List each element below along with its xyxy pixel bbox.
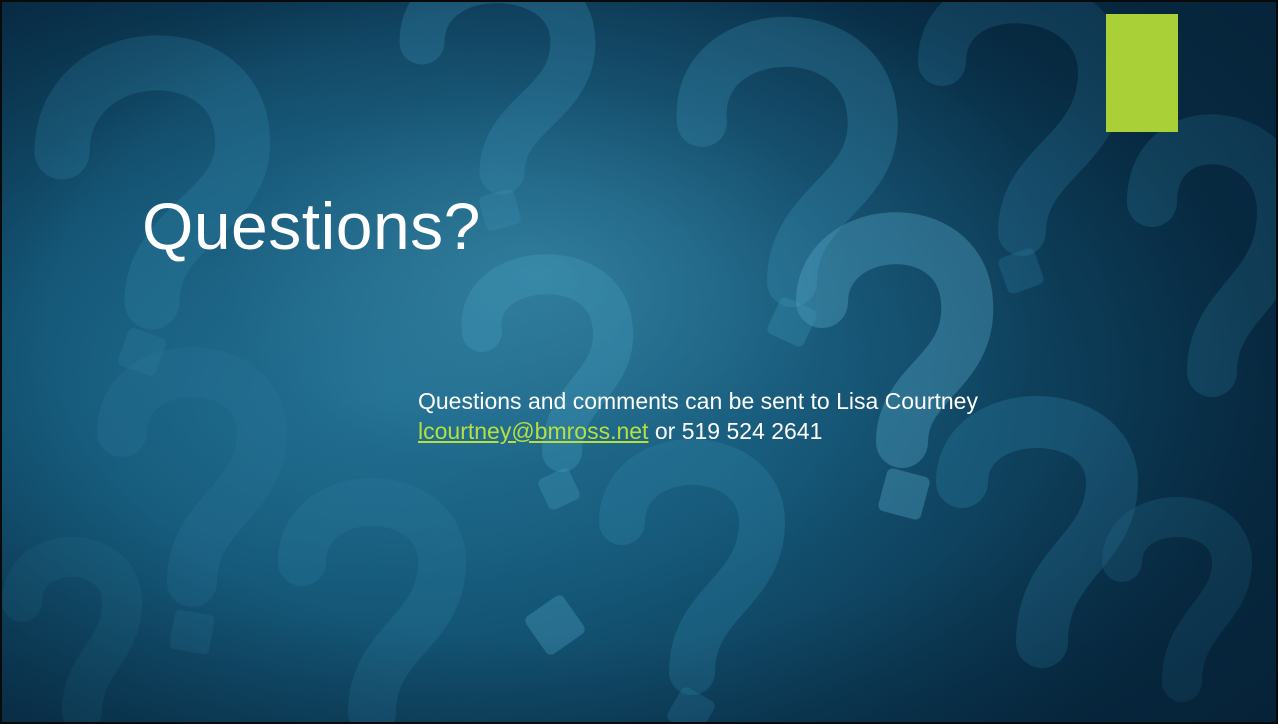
connector-text: or	[648, 418, 682, 444]
accent-bar	[1106, 14, 1178, 132]
contact-details: lcourtney@bmross.net or 519 524 2641	[418, 416, 1238, 446]
slide-body: Questions and comments can be sent to Li…	[418, 386, 1238, 446]
email-link[interactable]: lcourtney@bmross.net	[418, 418, 648, 444]
presentation-slide: Questions? Questions and comments can be…	[0, 0, 1278, 724]
phone-number: 519 524 2641	[681, 418, 823, 444]
contact-line: Questions and comments can be sent to Li…	[418, 388, 978, 414]
question-mark-background-art	[2, 2, 1276, 722]
slide-title: Questions?	[142, 189, 481, 263]
